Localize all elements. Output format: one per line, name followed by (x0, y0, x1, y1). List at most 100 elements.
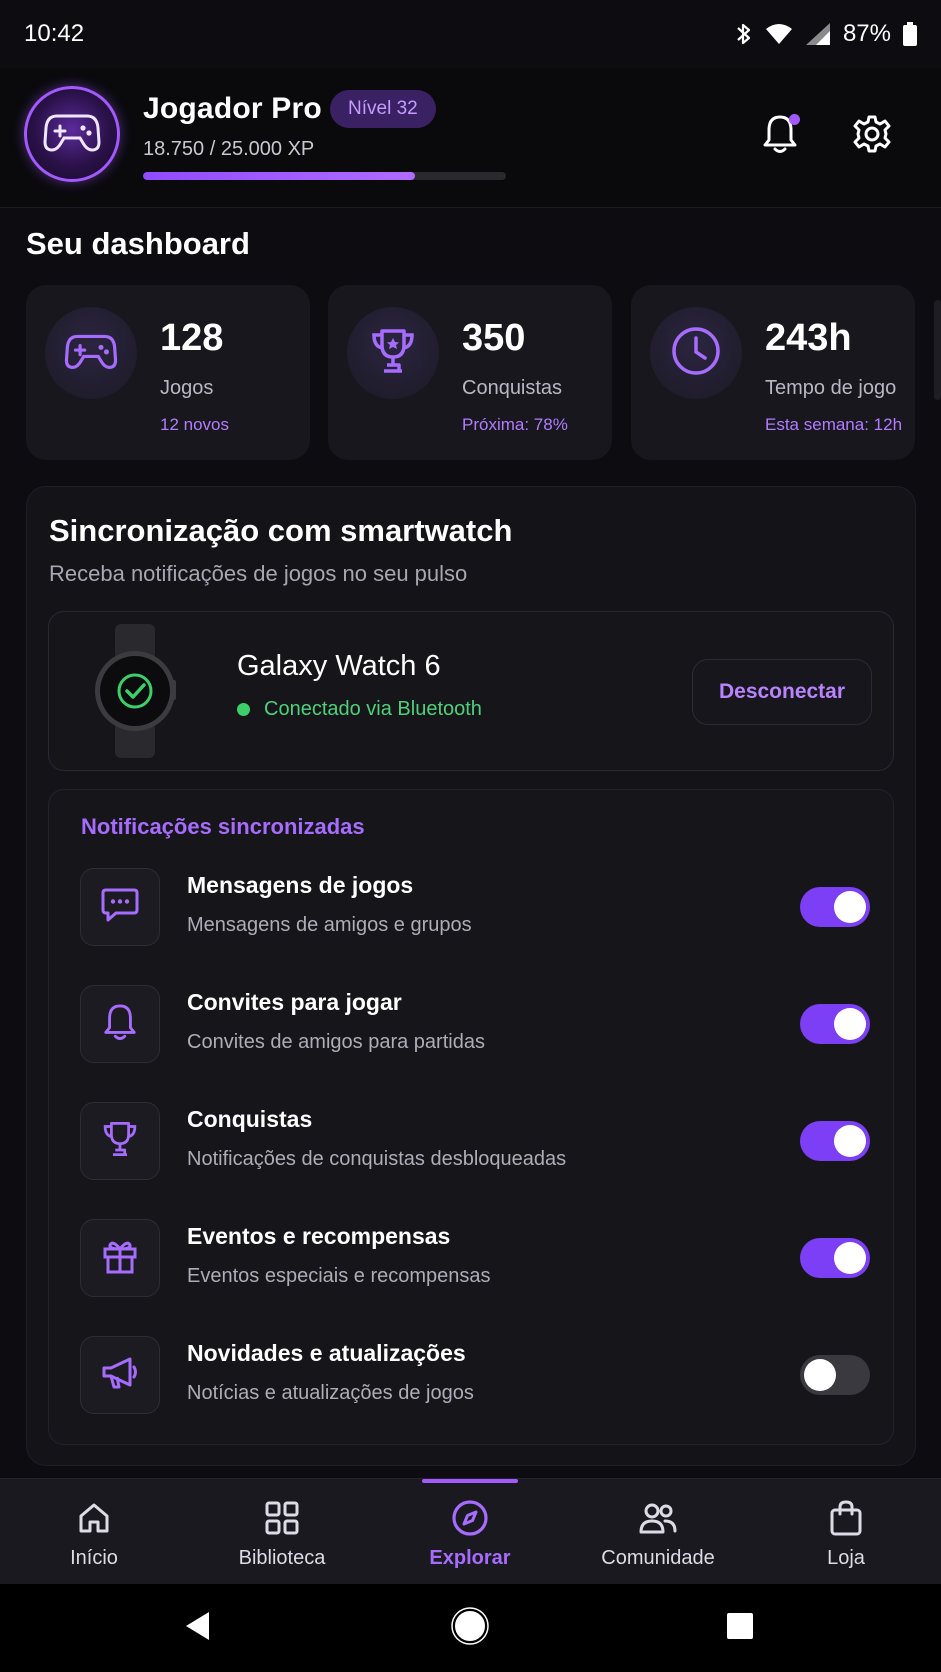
xp-text: 18.750 / 25.000 XP (143, 138, 315, 160)
notif-title: Convites para jogar (187, 989, 402, 1015)
bag-icon (829, 1497, 863, 1539)
notification-row-news[interactable]: Novidades e atualizações Notícias e atua… (80, 1336, 870, 1414)
nav-label: Comunidade (601, 1547, 715, 1569)
gamepad-icon (43, 110, 101, 159)
connected-dot (237, 703, 250, 716)
back-icon (183, 1610, 213, 1647)
notification-row-invites[interactable]: Convites para jogar Convites de amigos p… (80, 985, 870, 1063)
device-card: Galaxy Watch 6 Conectado via Bluetooth D… (48, 611, 894, 771)
signal-icon (805, 22, 831, 46)
stat-label: Conquistas (462, 377, 563, 399)
chat-icon (100, 886, 140, 929)
smartwatch-sync-panel: Sincronização com smartwatch Receba noti… (26, 486, 916, 1466)
notification-dot (789, 114, 800, 125)
back-button[interactable] (176, 1606, 220, 1650)
next-card-peek (934, 300, 941, 400)
recents-icon (725, 1611, 755, 1646)
notif-icon-box (80, 1102, 160, 1180)
notifications-button[interactable] (756, 112, 804, 160)
battery-text: 87% (842, 20, 891, 47)
notif-desc: Notificações de conquistas desbloqueadas (187, 1148, 567, 1170)
nav-label: Biblioteca (238, 1547, 326, 1569)
disconnect-button[interactable]: Desconectar (692, 659, 872, 725)
bell-icon (102, 1002, 138, 1047)
toggle-knob (804, 1359, 836, 1391)
toggle-switch[interactable] (800, 1121, 870, 1161)
profile-name: Jogador Pro (143, 92, 322, 125)
notif-icon-box (80, 985, 160, 1063)
profile-header: Jogador Pro Nível 32 18.750 / 25.000 XP (0, 68, 941, 208)
notif-icon-box (80, 1336, 160, 1414)
notification-row-events[interactable]: Eventos e recompensas Eventos especiais … (80, 1219, 870, 1297)
home-button[interactable] (448, 1606, 492, 1650)
stat-value: 350 (462, 317, 526, 359)
stat-label: Jogos (160, 377, 214, 399)
wifi-icon (765, 23, 793, 45)
recents-button[interactable] (718, 1606, 762, 1650)
device-name: Galaxy Watch 6 (237, 650, 441, 682)
dashboard-title: Seu dashboard (26, 226, 250, 261)
xp-progress-bar (143, 172, 506, 180)
sync-subtitle: Receba notificações de jogos no seu puls… (49, 561, 468, 586)
toggle-switch[interactable] (800, 887, 870, 927)
stat-card-games[interactable]: 128 Jogos 12 novos (26, 285, 310, 460)
settings-button[interactable] (848, 112, 896, 160)
status-time: 10:42 (24, 20, 85, 47)
nav-label: Início (70, 1547, 118, 1569)
stat-icon-wrap (45, 307, 137, 399)
notif-desc: Mensagens de amigos e grupos (187, 914, 472, 936)
avatar[interactable] (24, 86, 120, 182)
sync-title: Sincronização com smartwatch (49, 513, 513, 548)
stat-value: 128 (160, 317, 224, 359)
battery-icon (903, 22, 917, 46)
stat-sub: Esta semana: 12h (765, 415, 903, 434)
bluetooth-icon (735, 21, 753, 47)
notif-title: Novidades e atualizações (187, 1340, 466, 1366)
device-status: Conectado via Bluetooth (237, 698, 482, 721)
notif-icon-box (80, 868, 160, 946)
gear-icon (852, 114, 892, 159)
megaphone-icon (100, 1355, 140, 1396)
nav-item-comunidade[interactable]: Comunidade (564, 1479, 752, 1585)
nav-item-loja[interactable]: Loja (752, 1479, 940, 1585)
notification-row-messages[interactable]: Mensagens de jogos Mensagens de amigos e… (80, 868, 870, 946)
stat-card-achievements[interactable]: 350 Conquistas Próxima: 78% (328, 285, 612, 460)
system-navigation-bar (0, 1584, 941, 1672)
stat-sub: Próxima: 78% (462, 415, 568, 434)
home-circle-icon (451, 1606, 489, 1650)
status-bar: 10:42 87% (0, 0, 941, 68)
nav-label: Loja (827, 1547, 865, 1569)
nav-item-biblioteca[interactable]: Biblioteca (188, 1479, 376, 1585)
notif-desc: Notícias e atualizações de jogos (187, 1382, 474, 1404)
toggle-switch[interactable] (800, 1355, 870, 1395)
home-icon (76, 1497, 112, 1539)
notification-row-achievements[interactable]: Conquistas Notificações de conquistas de… (80, 1102, 870, 1180)
device-status-text: Conectado via Bluetooth (264, 698, 482, 720)
notif-icon-box (80, 1219, 160, 1297)
toggle-knob (834, 1008, 866, 1040)
stat-card-playtime[interactable]: 243h Tempo de jogo Esta semana: 12h (631, 285, 915, 460)
nav-item-inicio[interactable]: Início (0, 1479, 188, 1585)
stat-sub: 12 novos (160, 415, 229, 434)
toggle-switch[interactable] (800, 1004, 870, 1044)
status-icons: 87% (735, 20, 917, 48)
notif-desc: Convites de amigos para partidas (187, 1031, 485, 1053)
trophy-icon (102, 1120, 138, 1163)
stat-label: Tempo de jogo (765, 377, 897, 399)
toggle-switch[interactable] (800, 1238, 870, 1278)
gift-icon (101, 1237, 139, 1280)
compass-icon (451, 1497, 489, 1539)
notif-desc: Eventos especiais e recompensas (187, 1265, 491, 1287)
stat-icon-wrap (650, 307, 742, 399)
notifications-heading: Notificações sincronizadas (81, 814, 365, 839)
nav-item-explorar[interactable]: Explorar (376, 1479, 564, 1585)
trophy-icon (370, 327, 416, 380)
level-badge: Nível 32 (330, 90, 436, 128)
grid-icon (264, 1497, 300, 1539)
notif-title: Mensagens de jogos (187, 872, 414, 898)
people-icon (638, 1497, 678, 1539)
stat-icon-wrap (347, 307, 439, 399)
nav-label: Explorar (429, 1547, 511, 1569)
gamepad-icon (64, 331, 118, 376)
xp-progress-fill (143, 172, 416, 180)
